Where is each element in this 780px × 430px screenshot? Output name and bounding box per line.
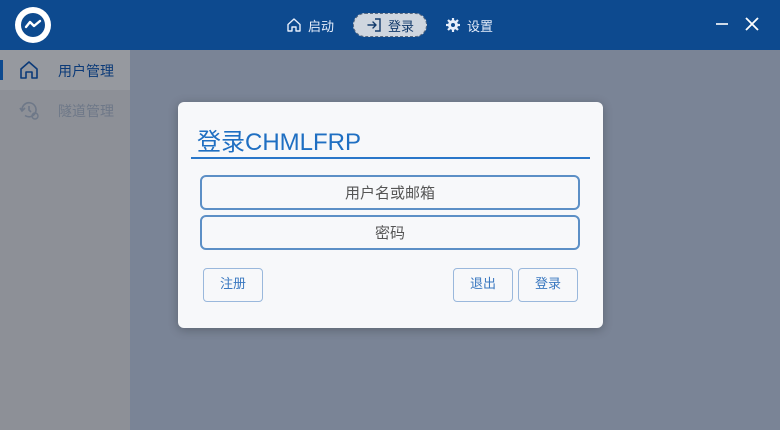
- minimize-icon: [716, 23, 728, 25]
- title-divider: [191, 157, 590, 159]
- history-settings-icon: [18, 99, 40, 121]
- register-button[interactable]: 注册: [203, 268, 263, 302]
- dialog-title: 登录CHMLFRP: [197, 129, 362, 156]
- login-dialog: 登录CHMLFRP 注册 退出 登录: [178, 102, 603, 328]
- exit-button[interactable]: 退出: [453, 268, 513, 302]
- password-input[interactable]: [200, 215, 580, 250]
- title-bar: 启动 登录 设置: [0, 0, 780, 50]
- home-icon: [286, 17, 302, 33]
- minimize-button[interactable]: [712, 14, 732, 34]
- nav-login[interactable]: 登录: [353, 13, 427, 37]
- nav-settings-label: 设置: [467, 19, 494, 35]
- sidebar-item-tunnels[interactable]: 隧道管理: [0, 90, 130, 130]
- home-icon: [18, 59, 40, 81]
- close-button[interactable]: [742, 14, 762, 34]
- sidebar-item-users[interactable]: 用户管理: [0, 50, 130, 90]
- gear-icon: [445, 17, 461, 33]
- close-icon: [745, 17, 759, 31]
- sidebar-item-label: 用户管理: [58, 64, 114, 80]
- nav-login-label: 登录: [387, 19, 414, 35]
- active-indicator: [0, 60, 3, 80]
- top-nav: 启动 登录 设置: [0, 0, 780, 50]
- nav-launch[interactable]: 启动: [278, 13, 342, 37]
- nav-launch-label: 启动: [308, 19, 335, 35]
- sidebar: 用户管理 隧道管理: [0, 50, 130, 430]
- sidebar-item-label: 隧道管理: [58, 104, 114, 120]
- nav-settings[interactable]: 设置: [437, 13, 501, 37]
- sign-in-icon: [366, 17, 382, 33]
- login-button[interactable]: 登录: [518, 268, 578, 302]
- username-input[interactable]: [200, 175, 580, 210]
